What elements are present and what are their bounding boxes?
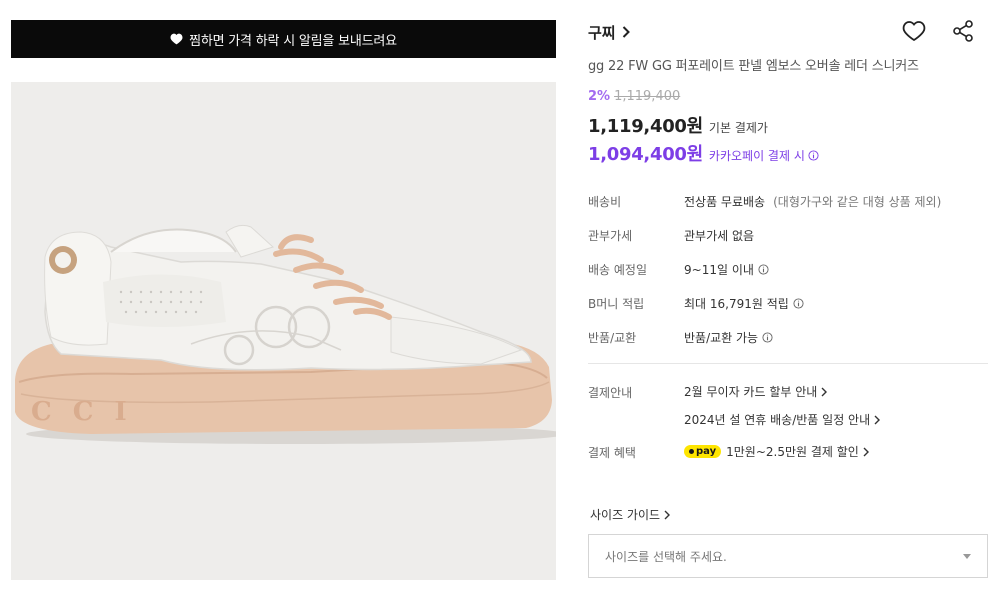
size-select[interactable]: 사이즈를 선택해 주세요. [588,534,988,578]
heart-icon [170,33,183,45]
points-row: B머니 적립 최대 16,791원 적립 [588,295,804,312]
share-icon [953,20,973,42]
info-value: 9~11일 이내 [684,263,754,277]
info-label: 배송 예정일 [588,263,648,277]
size-guide-link[interactable]: 사이즈 가이드 [590,506,671,523]
info-label: 배송비 [588,195,622,209]
banner-text: 찜하면 가격 하락 시 알림을 보내드려요 [189,33,397,49]
kakao-price-row: 1,094,400원 카카오페이 결제 시 [588,140,819,166]
base-price-row: 1,119,400원 기본 결제가 [588,112,768,138]
installment-guide-link[interactable]: 2월 무이자 카드 할부 안내 [684,383,828,400]
info-value: 반품/교환 가능 [684,331,759,345]
brand-name: 구찌 [588,24,616,42]
chevron-right-icon [863,447,869,456]
info-label: 관부가세 [588,229,633,243]
info-value: 관부가세 없음 [684,229,755,243]
product-image[interactable]: C C I [11,82,556,580]
chevron-right-icon [874,415,881,424]
return-exchange-row: 반품/교환 반품/교환 가능 [588,329,773,346]
divider [588,363,988,364]
info-label: B머니 적립 [588,297,645,311]
customs-row: 관부가세 관부가세 없음 [588,227,754,244]
kakao-price-label: 카카오페이 결제 시 [708,149,805,163]
info-note: (대형가구와 같은 대형 상품 제외) [773,195,942,209]
heart-outline-icon [902,21,926,42]
discount-row: 2% 1,119,400 [588,89,680,104]
base-price-label: 기본 결제가 [708,121,768,135]
shipping-fee-row: 배송비 전상품 무료배송 (대형가구와 같은 대형 상품 제외) [588,193,941,210]
link-text: 2024년 설 연휴 배송/반품 일정 안내 [684,413,871,427]
product-title: gg 22 FW GG 퍼포레이트 판넬 엠보스 오버솔 레더 스니커즈 [588,59,919,74]
product-info-panel: 구찌 gg 22 FW GG 퍼포레이트 판넬 엠보스 오버솔 레더 스니커즈 … [588,0,988,590]
svg-text:C C I: C C I [31,397,133,427]
info-icon [808,150,819,161]
holiday-guide-link[interactable]: 2024년 설 연휴 배송/반품 일정 안내 [684,411,881,428]
wishlist-alert-banner[interactable]: 찜하면 가격 하락 시 알림을 보내드려요 [11,20,556,58]
chevron-right-icon [821,387,828,396]
info-icon[interactable] [758,264,769,275]
benefit-text: 1만원~2.5만원 결제 할인 [726,445,859,459]
base-price: 1,119,400원 [588,116,703,137]
info-icon[interactable] [762,332,773,343]
delivery-date-row: 배송 예정일 9~11일 이내 [588,261,769,278]
info-label: 반품/교환 [588,331,637,345]
kakaopay-badge: pay [684,445,722,458]
chevron-right-icon [664,510,671,519]
link-text: 2월 무이자 카드 할부 안내 [684,385,818,399]
original-price: 1,119,400 [614,89,681,104]
info-value: 전상품 무료배송 [684,195,766,209]
discount-rate: 2% [588,89,611,104]
share-button[interactable] [950,18,976,44]
info-value: 최대 16,791원 적립 [684,297,789,311]
size-guide-label: 사이즈 가이드 [590,508,661,522]
payment-benefit-label: 결제 혜택 [588,446,636,460]
info-icon[interactable] [793,298,804,309]
size-select-placeholder: 사이즈를 선택해 주세요. [605,549,727,564]
kakao-price: 1,094,400원 [588,144,703,165]
kakaopay-benefit-link[interactable]: pay 1만원~2.5만원 결제 할인 [684,443,869,460]
chevron-right-icon [622,24,630,42]
kakao-price-info[interactable]: 카카오페이 결제 시 [709,147,819,164]
badge-text: pay [696,446,717,457]
sneaker-illustration: C C I [15,224,556,444]
wishlist-heart-button[interactable] [901,18,927,44]
payment-guide-label: 결제안내 [588,386,633,400]
brand-link[interactable]: 구찌 [588,22,630,43]
caret-down-icon [963,553,971,559]
